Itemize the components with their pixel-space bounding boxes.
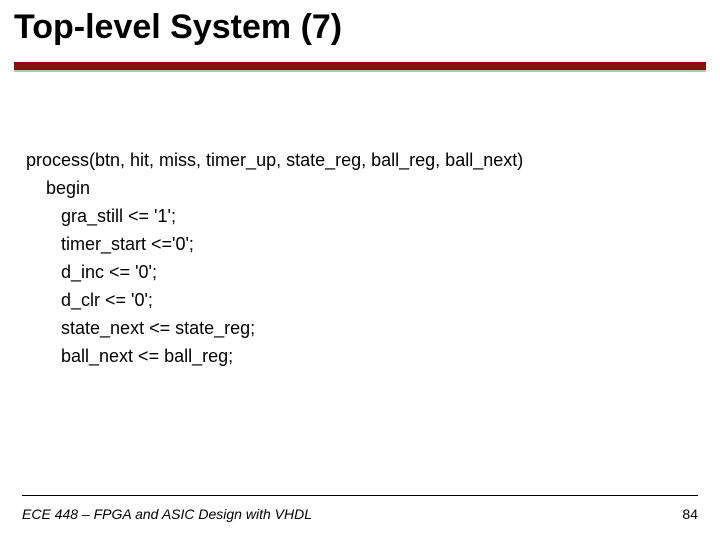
slide-title: Top-level System (7) xyxy=(14,8,342,47)
code-line: gra_still <= '1'; xyxy=(26,206,176,226)
code-line: begin xyxy=(26,178,90,198)
code-line: ball_next <= ball_reg; xyxy=(26,346,233,366)
code-line: d_clr <= '0'; xyxy=(26,290,153,310)
code-line: state_next <= state_reg; xyxy=(26,318,255,338)
title-rule xyxy=(14,62,706,70)
code-line: timer_start <='0'; xyxy=(26,234,194,254)
code-line: process(btn, hit, miss, timer_up, state_… xyxy=(26,150,523,170)
code-block: process(btn, hit, miss, timer_up, state_… xyxy=(26,118,523,370)
slide: Top-level System (7) process(btn, hit, m… xyxy=(0,0,720,540)
page-number: 84 xyxy=(682,506,698,522)
footer-rule xyxy=(22,495,698,496)
code-line: d_inc <= '0'; xyxy=(26,262,157,282)
footer-course: ECE 448 – FPGA and ASIC Design with VHDL xyxy=(22,506,312,522)
